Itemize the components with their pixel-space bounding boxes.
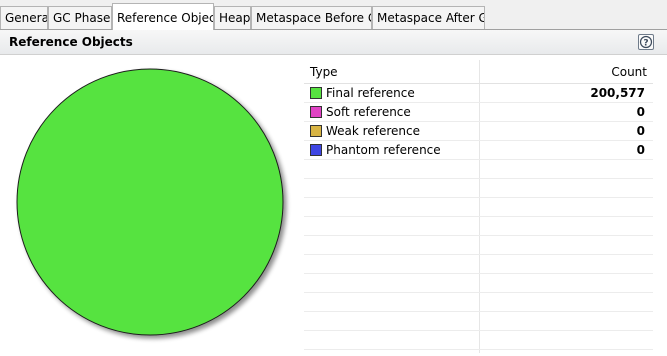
empty-row — [304, 312, 653, 331]
color-swatch — [310, 144, 322, 156]
tab-label: General — [5, 11, 48, 25]
empty-row — [304, 236, 653, 255]
reference-table: Type Count Final reference 200,577 Soft … — [304, 60, 653, 353]
table-row[interactable]: Final reference 200,577 — [304, 84, 653, 103]
row-count: 0 — [636, 105, 645, 119]
tab-label: Metaspace Before GC — [256, 11, 371, 25]
tab-label: Reference Objects — [117, 11, 213, 25]
color-swatch — [310, 87, 322, 99]
tab-label: Metaspace After GC — [377, 11, 485, 25]
empty-row — [304, 198, 653, 217]
empty-row — [304, 160, 653, 179]
tab-heap[interactable]: Heap — [214, 6, 251, 29]
type-column-header[interactable]: Type — [310, 65, 338, 79]
tab-metaspace-before-gc[interactable]: Metaspace Before GC — [251, 6, 372, 29]
table-header: Type Count — [304, 60, 653, 84]
svg-text:?: ? — [643, 39, 648, 49]
help-icon[interactable]: ? — [638, 34, 654, 50]
count-column-header[interactable]: Count — [611, 65, 647, 79]
row-label: Final reference — [326, 86, 415, 100]
color-swatch — [310, 125, 322, 137]
row-count: 0 — [636, 143, 645, 157]
table-row[interactable]: Soft reference 0 — [304, 103, 653, 122]
empty-row — [304, 217, 653, 236]
tab-metaspace-after-gc[interactable]: Metaspace After GC — [372, 6, 485, 29]
pie-slice-final-reference[interactable] — [16, 68, 284, 336]
empty-row — [304, 274, 653, 293]
tab-bar: General GC Phases Reference Objects Heap… — [0, 0, 667, 30]
tab-gc-phases[interactable]: GC Phases — [48, 6, 112, 29]
row-count: 200,577 — [590, 86, 645, 100]
pie-chart — [16, 68, 284, 336]
tab-general[interactable]: General — [0, 6, 48, 29]
row-label: Soft reference — [326, 105, 411, 119]
empty-row — [304, 331, 653, 350]
empty-row — [304, 293, 653, 312]
tab-label: Heap — [219, 11, 251, 25]
table-row[interactable]: Weak reference 0 — [304, 122, 653, 141]
empty-row — [304, 179, 653, 198]
section-title: Reference Objects — [9, 35, 133, 49]
section-header: Reference Objects — [0, 30, 667, 55]
tab-label: GC Phases — [53, 11, 112, 25]
table-row[interactable]: Phantom reference 0 — [304, 141, 653, 160]
tab-reference-objects[interactable]: Reference Objects — [112, 3, 214, 30]
pie-chart-panel — [0, 55, 304, 353]
row-label: Weak reference — [326, 124, 420, 138]
empty-row — [304, 255, 653, 274]
row-count: 0 — [636, 124, 645, 138]
color-swatch — [310, 106, 322, 118]
row-label: Phantom reference — [326, 143, 441, 157]
